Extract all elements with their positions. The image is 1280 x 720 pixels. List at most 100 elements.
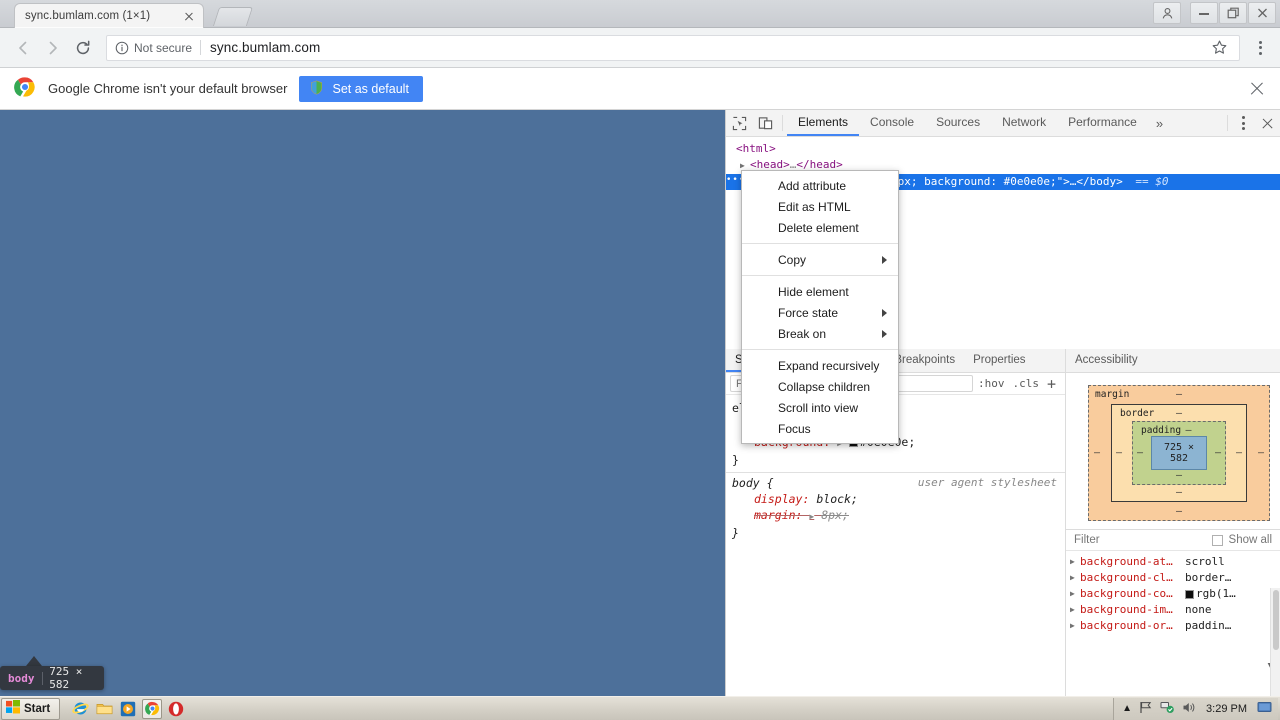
tab-network[interactable]: Network <box>991 110 1057 136</box>
padding-bottom-value[interactable]: – <box>1176 470 1182 481</box>
back-arrow-icon[interactable] <box>8 33 38 63</box>
forward-arrow-icon[interactable] <box>38 33 68 63</box>
box-model-padding[interactable]: padding – – – – 725 × 582 <box>1132 421 1226 485</box>
menu-item-hide-element[interactable]: Hide element <box>742 281 898 302</box>
show-desktop-icon[interactable] <box>1257 701 1272 717</box>
computed-row[interactable]: ▶ background-at… scroll <box>1066 554 1280 570</box>
color-swatch[interactable] <box>1185 589 1194 599</box>
menu-item-edit-as-html[interactable]: Edit as HTML <box>742 196 898 217</box>
dom-line-html[interactable]: <html> <box>726 141 1280 157</box>
menu-item-break-on[interactable]: Break on <box>742 323 898 344</box>
toolbar-divider-2 <box>1227 115 1228 131</box>
tab-accessibility[interactable]: Accessibility <box>1066 349 1147 372</box>
opera-icon[interactable] <box>166 699 186 719</box>
close-button[interactable] <box>1248 2 1276 24</box>
show-all-checkbox[interactable] <box>1211 534 1223 546</box>
expand-arrow-icon[interactable]: ▶ <box>1070 618 1080 634</box>
border-bottom-value[interactable]: – <box>1176 487 1182 498</box>
box-model-border[interactable]: border – – – – padding – – – – 725 × 582 <box>1111 404 1247 502</box>
box-model-margin[interactable]: margin – – – – border – – – – padding – … <box>1088 385 1270 521</box>
prop-value[interactable]: block; <box>816 492 858 506</box>
cls-toggle[interactable]: .cls <box>1012 377 1039 390</box>
devtools-menu-icon[interactable] <box>1232 110 1254 136</box>
expand-arrow-icon[interactable]: ▶ <box>1070 570 1080 586</box>
minimize-button[interactable] <box>1190 2 1218 24</box>
devtools-scrollbar[interactable] <box>1270 588 1280 696</box>
restore-button[interactable] <box>1219 2 1247 24</box>
start-button[interactable]: Start <box>1 697 61 720</box>
menu-item-focus[interactable]: Focus <box>742 418 898 439</box>
clock[interactable]: 3:29 PM <box>1203 703 1250 715</box>
prop-expand-icon[interactable]: ▶ <box>809 512 814 521</box>
tab-properties[interactable]: Properties <box>964 349 1034 372</box>
tab-elements[interactable]: Elements <box>787 110 860 136</box>
style-prop-display[interactable]: display: block; <box>732 491 1059 507</box>
menu-item-delete-element[interactable]: Delete element <box>742 217 898 238</box>
google-chrome-icon[interactable] <box>142 698 163 719</box>
hov-toggle[interactable]: :hov <box>978 377 1005 390</box>
devtools-close-icon[interactable] <box>1254 110 1280 136</box>
computed-pane-tabs: Accessibility <box>1066 349 1280 373</box>
padding-right-value[interactable]: – <box>1215 448 1221 459</box>
expand-arrow-icon[interactable]: ▶ <box>1070 586 1080 602</box>
reload-icon[interactable] <box>68 33 98 63</box>
expand-arrow-icon[interactable]: ▶ <box>1070 554 1080 570</box>
menu-item-collapse-children[interactable]: Collapse children <box>742 376 898 397</box>
computed-row[interactable]: ▶ background-or… paddin… <box>1066 618 1280 634</box>
dom-badge-dots[interactable]: ••• <box>726 176 744 187</box>
more-tabs-icon[interactable]: » <box>1148 110 1171 136</box>
padding-left-value[interactable]: – <box>1137 448 1143 459</box>
tab-performance[interactable]: Performance <box>1057 110 1148 136</box>
border-top-value[interactable]: – <box>1176 408 1182 419</box>
margin-left-value[interactable]: – <box>1094 448 1100 459</box>
computed-row[interactable]: ▶ background-im… none <box>1066 602 1280 618</box>
computed-row[interactable]: ▶ background-co… rgb(1… <box>1066 586 1280 602</box>
tab-sources[interactable]: Sources <box>925 110 991 136</box>
computed-prop-name: background-cl… <box>1080 571 1173 584</box>
border-right-value[interactable]: – <box>1236 448 1242 459</box>
menu-item-copy[interactable]: Copy <box>742 249 898 270</box>
margin-right-value[interactable]: – <box>1258 448 1264 459</box>
computed-filter-input[interactable]: Filter <box>1074 534 1100 546</box>
computed-properties-list[interactable]: ▶ background-at… scroll ▶ background-cl…… <box>1066 551 1280 696</box>
tab-title: sync.bumlam.com (1×1) <box>25 10 151 22</box>
new-tab-button[interactable] <box>212 6 254 28</box>
address-bar[interactable]: Not secure sync.bumlam.com <box>106 34 1240 61</box>
margin-top-value[interactable]: – <box>1176 389 1182 400</box>
menu-item-add-attribute[interactable]: Add attribute <box>742 175 898 196</box>
menu-item-force-state[interactable]: Force state <box>742 302 898 323</box>
tab-console[interactable]: Console <box>859 110 925 136</box>
menu-separator <box>742 243 898 244</box>
prop-value[interactable]: 8px; <box>821 508 849 522</box>
profile-icon[interactable] <box>1153 2 1181 24</box>
volume-icon[interactable] <box>1182 701 1196 717</box>
media-player-icon[interactable] <box>118 699 138 719</box>
expand-arrow-icon[interactable]: ▶ <box>1070 602 1080 618</box>
padding-top-value[interactable]: – <box>1185 425 1191 436</box>
new-style-rule-button[interactable]: + <box>1047 376 1056 391</box>
star-icon[interactable] <box>1211 39 1229 57</box>
menu-item-expand-recursively[interactable]: Expand recursively <box>742 355 898 376</box>
set-as-default-button[interactable]: Set as default <box>299 75 423 102</box>
tray-chevron-icon[interactable]: ▲ <box>1122 703 1132 714</box>
computed-row[interactable]: ▶ background-cl… border… <box>1066 570 1280 586</box>
internet-explorer-icon[interactable] <box>70 699 90 719</box>
flag-icon[interactable] <box>1139 701 1153 717</box>
show-all-label[interactable]: Show all <box>1229 534 1272 546</box>
browser-tab[interactable]: sync.bumlam.com (1×1) <box>14 3 204 28</box>
infobar-close-icon[interactable] <box>1246 78 1268 100</box>
border-left-value[interactable]: – <box>1116 448 1122 459</box>
file-explorer-icon[interactable] <box>94 699 114 719</box>
margin-bottom-value[interactable]: – <box>1176 506 1182 517</box>
device-toolbar-icon[interactable] <box>752 110 778 136</box>
page-viewport[interactable] <box>0 110 725 696</box>
chrome-menu-icon[interactable] <box>1248 35 1272 61</box>
security-badge[interactable]: Not secure <box>115 41 200 55</box>
inspect-element-icon[interactable] <box>726 110 752 136</box>
menu-item-scroll-into-view[interactable]: Scroll into view <box>742 397 898 418</box>
box-model-content-size[interactable]: 725 × 582 <box>1151 436 1207 470</box>
style-rule-body[interactable]: user agent stylesheet body { display: bl… <box>726 472 1065 545</box>
network-icon[interactable] <box>1160 701 1175 717</box>
tab-close-icon[interactable] <box>181 8 197 24</box>
style-prop-margin-overridden[interactable]: margin: ▶ 8px; <box>732 507 1059 525</box>
